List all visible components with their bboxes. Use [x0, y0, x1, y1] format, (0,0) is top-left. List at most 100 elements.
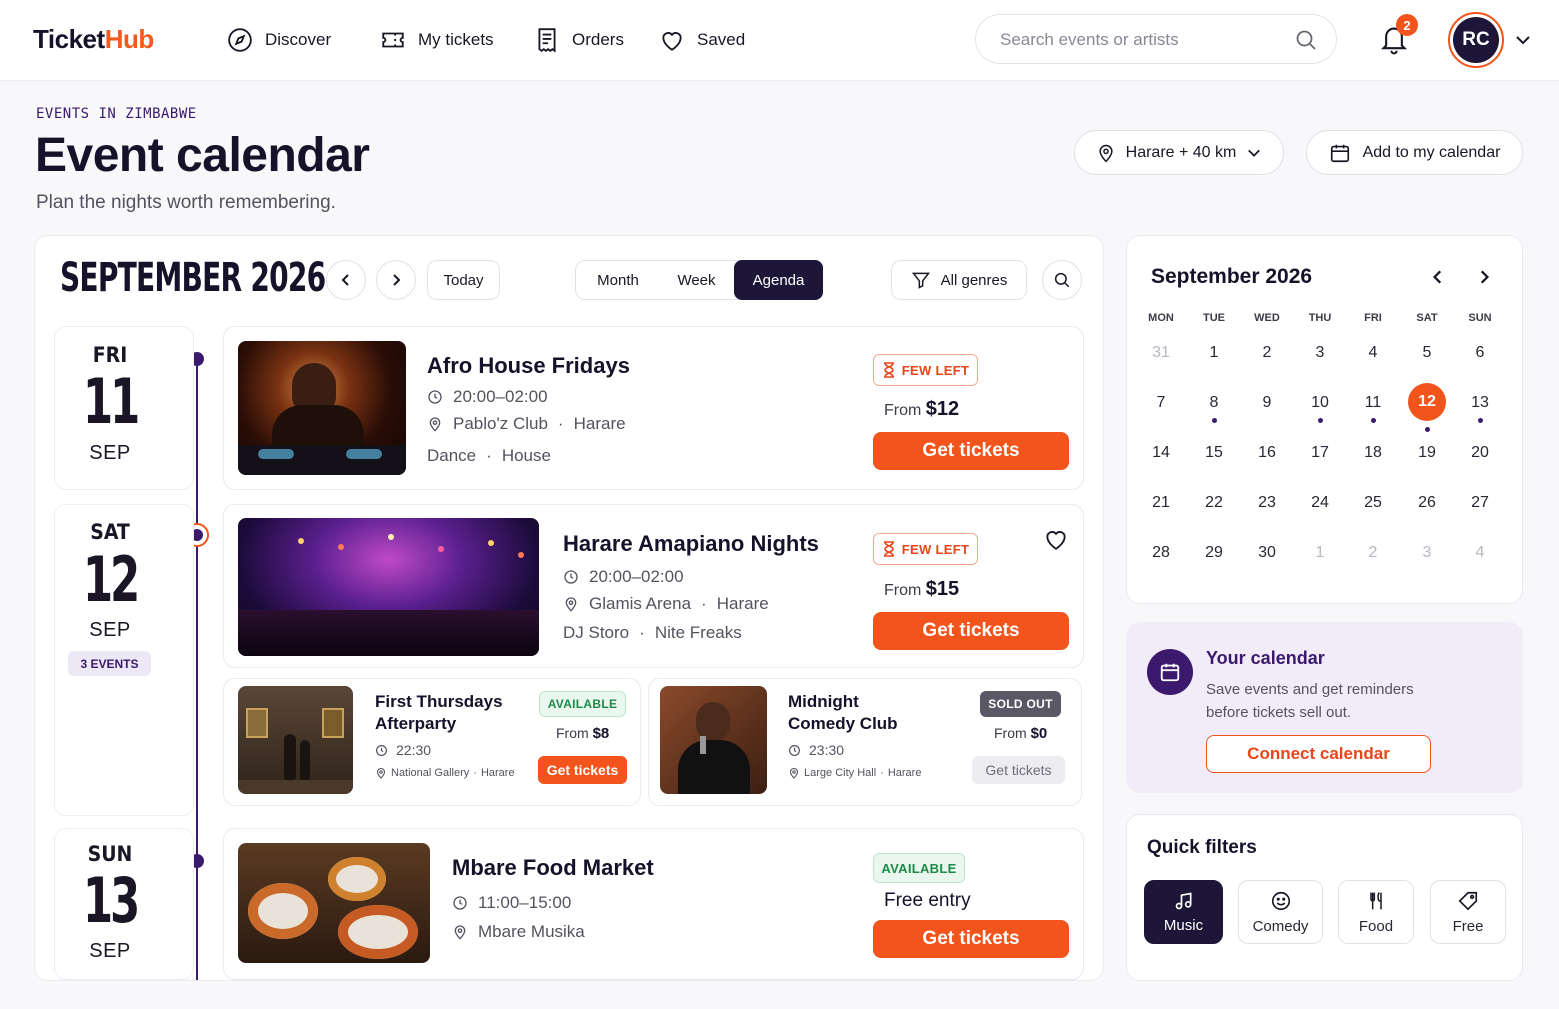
- calendar-day[interactable]: 21: [1141, 494, 1181, 512]
- event-title[interactable]: Afro House Fridays: [427, 353, 630, 379]
- calendar-day[interactable]: 9: [1247, 394, 1287, 412]
- add-to-calendar-button[interactable]: Add to my calendar: [1306, 130, 1523, 175]
- get-tickets-button[interactable]: Get tickets: [873, 432, 1069, 470]
- filter-comedy[interactable]: Comedy: [1238, 880, 1323, 944]
- today-button[interactable]: Today: [427, 260, 500, 300]
- calendar-day-selected[interactable]: 12: [1408, 383, 1446, 421]
- calendar-day[interactable]: 6: [1460, 344, 1500, 362]
- compass-icon: [228, 28, 252, 52]
- heart-icon[interactable]: [1043, 526, 1069, 552]
- event-indicator-dot: [1371, 418, 1376, 423]
- event-title[interactable]: First Thursdays Afterparty: [375, 691, 503, 735]
- calendar-icon: [1160, 663, 1180, 682]
- search-icon: [1054, 272, 1070, 288]
- calendar-day[interactable]: 1: [1194, 344, 1234, 362]
- weekday-header: FRI: [1364, 312, 1382, 324]
- calendar-day[interactable]: 30: [1247, 544, 1287, 562]
- calendar-day[interactable]: 3: [1407, 544, 1447, 562]
- calendar-day[interactable]: 27: [1460, 494, 1500, 512]
- hourglass-icon: [883, 541, 894, 557]
- calendar-day[interactable]: 29: [1194, 544, 1234, 562]
- calendar-day[interactable]: 13: [1460, 394, 1500, 412]
- get-tickets-button[interactable]: Get tickets: [873, 612, 1069, 650]
- get-tickets-button-disabled[interactable]: Get tickets: [972, 756, 1065, 784]
- agenda-search-button[interactable]: [1042, 260, 1082, 300]
- nav-saved[interactable]: Saved: [659, 27, 745, 53]
- calendar-day[interactable]: 23: [1247, 494, 1287, 512]
- avatar-initials: RC: [1453, 17, 1499, 63]
- view-month-tab[interactable]: Month: [576, 261, 660, 299]
- get-tickets-button[interactable]: Get tickets: [873, 920, 1069, 958]
- event-time: 11:00–15:00: [452, 893, 571, 913]
- calendar-day[interactable]: 25: [1353, 494, 1393, 512]
- your-calendar-desc: Save events and get reminders before tick…: [1206, 681, 1414, 721]
- nav-label: Discover: [265, 30, 332, 49]
- event-title[interactable]: Harare Amapiano Nights: [563, 531, 819, 557]
- day-number: 13: [82, 864, 140, 937]
- genre-filter-button[interactable]: All genres: [891, 260, 1027, 300]
- search-input[interactable]: Search events or artists: [975, 14, 1337, 64]
- calendar-day[interactable]: 19: [1407, 444, 1447, 462]
- location-selector[interactable]: Harare + 40 km: [1074, 130, 1284, 175]
- calendar-day[interactable]: 18: [1353, 444, 1393, 462]
- filter-food[interactable]: Food: [1338, 880, 1414, 944]
- avatar[interactable]: RC: [1448, 12, 1504, 68]
- calendar-day[interactable]: 1: [1300, 544, 1340, 562]
- event-indicator-dot: [1425, 427, 1430, 432]
- calendar-day[interactable]: 7: [1141, 394, 1181, 412]
- event-venue: Glamis Arena · Harare: [563, 594, 769, 614]
- chevron-left-icon[interactable]: [1430, 269, 1446, 285]
- prev-month-button[interactable]: [326, 260, 366, 300]
- next-month-button[interactable]: [376, 260, 416, 300]
- weekday-header: SUN: [1468, 312, 1492, 324]
- calendar-day[interactable]: 14: [1141, 444, 1181, 462]
- event-title[interactable]: Mbare Food Market: [452, 855, 654, 881]
- calendar-day[interactable]: 2: [1247, 344, 1287, 362]
- chevron-left-icon: [341, 274, 349, 286]
- view-agenda-tab[interactable]: Agenda: [734, 260, 823, 300]
- day-of-week: FRI: [92, 343, 128, 367]
- calendar-day[interactable]: 11: [1353, 394, 1393, 412]
- calendar-day[interactable]: 22: [1194, 494, 1234, 512]
- nav-label: Orders: [572, 30, 624, 49]
- search-icon[interactable]: [1294, 28, 1318, 52]
- calendar-day[interactable]: 2: [1353, 544, 1393, 562]
- calendar-day[interactable]: 20: [1460, 444, 1500, 462]
- calendar-day[interactable]: 24: [1300, 494, 1340, 512]
- calendar-day[interactable]: 26: [1407, 494, 1447, 512]
- nav-my-tickets[interactable]: My tickets: [380, 27, 494, 53]
- calendar-day[interactable]: 5: [1407, 344, 1447, 362]
- sold-out-badge: SOLD OUT: [980, 691, 1061, 717]
- calendar-day[interactable]: 3: [1300, 344, 1340, 362]
- get-tickets-button[interactable]: Get tickets: [538, 756, 627, 784]
- chevron-down-icon[interactable]: [1514, 32, 1532, 48]
- event-indicator-dot: [1318, 418, 1323, 423]
- nav-label: Saved: [697, 30, 746, 49]
- event-indicator-dot: [1212, 418, 1217, 423]
- calendar-day[interactable]: 17: [1300, 444, 1340, 462]
- quick-filters-title: Quick filters: [1147, 837, 1257, 858]
- calendar-day[interactable]: 4: [1353, 344, 1393, 362]
- connect-calendar-button[interactable]: Connect calendar: [1206, 735, 1431, 773]
- calendar-day[interactable]: 8: [1194, 394, 1234, 412]
- top-bar: TicketHub Discover My tickets Orders Sav…: [0, 0, 1559, 81]
- event-venue: Large City Hall · Harare: [788, 767, 921, 779]
- filter-music[interactable]: Music: [1144, 880, 1223, 944]
- your-calendar-title: Your calendar: [1206, 648, 1325, 668]
- calendar-day[interactable]: 15: [1194, 444, 1234, 462]
- calendar-day[interactable]: 16: [1247, 444, 1287, 462]
- event-indicator-dot: [1478, 418, 1483, 423]
- calendar-day[interactable]: 28: [1141, 544, 1181, 562]
- nav-orders[interactable]: Orders: [534, 27, 624, 53]
- fork-knife-icon: [1370, 891, 1382, 909]
- nav-discover[interactable]: Discover: [227, 27, 331, 53]
- calendar-day[interactable]: 31: [1141, 344, 1181, 362]
- notifications-button[interactable]: 2: [1378, 14, 1418, 56]
- calendar-day[interactable]: 4: [1460, 544, 1500, 562]
- brand-logo[interactable]: TicketHub: [33, 24, 154, 55]
- filter-free[interactable]: Free: [1430, 880, 1506, 944]
- chevron-right-icon[interactable]: [1476, 269, 1492, 285]
- view-week-tab[interactable]: Week: [660, 261, 733, 299]
- event-title[interactable]: Midnight Comedy Club: [788, 691, 898, 735]
- calendar-day[interactable]: 10: [1300, 394, 1340, 412]
